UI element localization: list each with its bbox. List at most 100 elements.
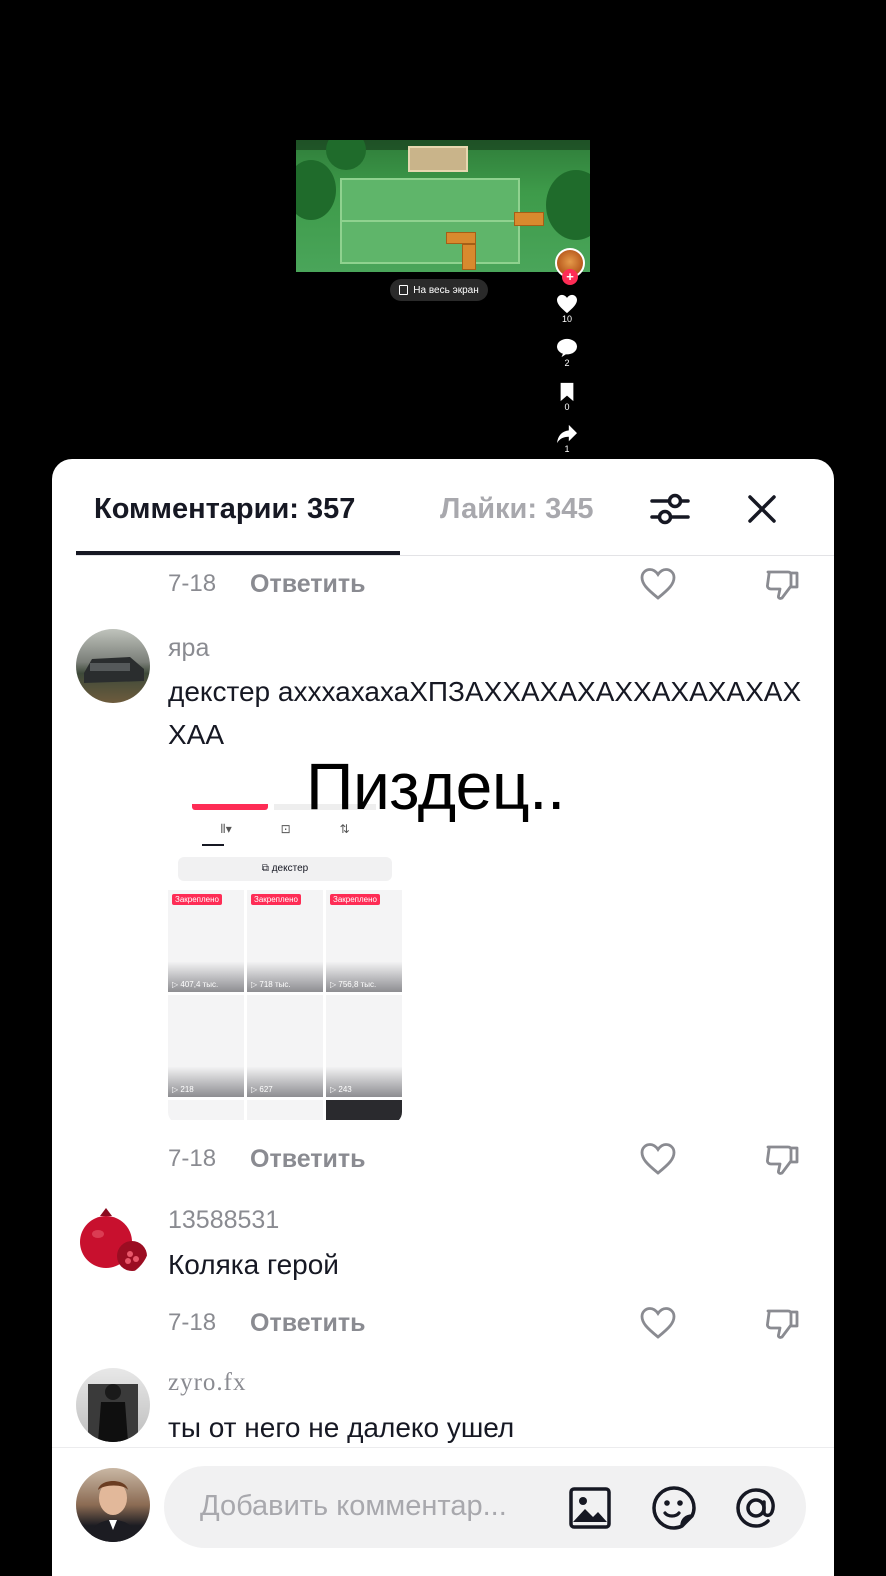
view-count: ▷ 756,8 тыс. (330, 980, 377, 989)
attach-image-button[interactable] (566, 1484, 614, 1532)
video-bookmark-button[interactable]: 0 (552, 382, 582, 412)
repost-icon: ⇅ (339, 822, 350, 836)
video-comment-count: 2 (564, 358, 570, 368)
game-crate (462, 244, 476, 270)
comment-image[interactable]: ⦀▾ ⊡ ⇅ ⧉ декстер Закреплено ▷ 407,4 тыс.… (168, 804, 402, 1124)
comment-dislike-button[interactable] (762, 564, 802, 604)
game-field (340, 178, 520, 264)
comments-sheet: Комментарии: 357 Лайки: 345 7-18 Ответит… (52, 459, 834, 1576)
grid-video: ▷ 218 (168, 995, 244, 1097)
comment-username[interactable]: zyro.fx (168, 1369, 247, 1397)
comment-dislike-button[interactable] (762, 1303, 802, 1343)
comment-date: 7-18 (168, 1145, 217, 1172)
comment-meta: 7-18 Ответить (168, 1139, 808, 1179)
comment-like-button[interactable] (638, 1139, 678, 1179)
sticker-face-icon (652, 1486, 696, 1530)
view-count: ▷ 218 (172, 1085, 194, 1094)
follow-plus-icon[interactable]: + (562, 269, 578, 285)
thumbs-down-icon (766, 570, 799, 600)
avatar[interactable] (76, 1368, 150, 1442)
grid-video: Закреплено ▷ 718 тыс. (247, 890, 323, 992)
comment-username[interactable]: 13588531 (168, 1206, 279, 1235)
comment-input[interactable]: Добавить комментар... (164, 1466, 806, 1548)
view-count: ▷ 627 (251, 1085, 273, 1094)
image-video-grid: Закреплено ▷ 407,4 тыс. Закреплено ▷ 718… (168, 890, 402, 1120)
video-overlay-caption: Пиздец.. (306, 749, 565, 823)
image-tab-underline (202, 844, 224, 846)
comment-like-button[interactable] (638, 564, 678, 604)
video-thumbnail[interactable] (296, 140, 590, 272)
game-tree (546, 170, 590, 240)
grid-video: Закреплено ▷ 756,8 тыс. (326, 890, 402, 992)
video-like-count: 10 (561, 314, 572, 324)
thumbs-down-icon (766, 1145, 799, 1175)
grid-video: Закреплено ▷ 407,4 тыс. (168, 890, 244, 992)
sliders-icon (650, 493, 690, 525)
pinned-badge: Закреплено (251, 894, 301, 905)
image-search-chip: ⧉ декстер (178, 857, 392, 881)
car-avatar-image (84, 657, 144, 683)
grid-video: ▷ 243 (326, 995, 402, 1097)
comment-meta: 7-18 Ответить (168, 564, 808, 604)
grid-video (326, 1100, 402, 1120)
grid-video: ▷ 627 (247, 995, 323, 1097)
fullscreen-icon (399, 285, 409, 295)
comment-like-button[interactable] (638, 1303, 678, 1343)
game-crate (446, 232, 476, 244)
grid-video (168, 1100, 244, 1120)
grid-icon: ⦀▾ (220, 822, 232, 836)
search-chip-icon: ⧉ (261, 863, 272, 874)
comment-username[interactable]: яра (168, 634, 209, 663)
video-comment-button[interactable]: 2 (552, 338, 582, 368)
reply-button[interactable]: Ответить (250, 1309, 366, 1338)
fullscreen-button[interactable]: На весь экран (390, 279, 488, 301)
pomegranate-avatar-image (80, 1208, 147, 1271)
avatar[interactable] (76, 629, 150, 703)
share-arrow-icon (557, 424, 577, 444)
heart-outline-icon (640, 568, 676, 600)
sheet-tabs: Комментарии: 357 Лайки: 345 (52, 459, 834, 557)
comment-text: Коляка герой (168, 1249, 339, 1280)
tab-likes[interactable]: Лайки: 345 (440, 493, 616, 526)
game-crate (514, 212, 544, 226)
mention-button[interactable] (732, 1484, 780, 1532)
comment-text: декстер ахххахахаХПЗАХХАХАХАХХАХАХАХАХХА… (168, 676, 802, 750)
fullscreen-label: На весь экран (413, 284, 479, 296)
heart-icon (557, 294, 577, 314)
filter-button[interactable] (648, 489, 692, 529)
heart-outline-icon (640, 1143, 676, 1175)
comment-dislike-button[interactable] (762, 1139, 802, 1179)
game-tree (296, 160, 336, 220)
close-button[interactable] (742, 489, 782, 529)
figure-avatar-image (88, 1384, 138, 1442)
pinned-badge: Закреплено (330, 894, 380, 905)
video-share-button[interactable]: 1 (552, 424, 582, 454)
sticker-button[interactable] (650, 1484, 698, 1532)
image-tab-icons: ⦀▾ ⊡ ⇅ (168, 822, 402, 844)
view-count: ▷ 718 тыс. (251, 980, 291, 989)
user-face-avatar-image (90, 1481, 136, 1542)
avatar[interactable] (76, 1204, 150, 1278)
view-count: ▷ 243 (330, 1085, 352, 1094)
tabs-divider (76, 555, 834, 556)
image-icon (569, 1487, 611, 1529)
reply-button[interactable]: Ответить (250, 570, 366, 599)
bookmark-icon (560, 382, 574, 402)
comment-text: ты от него не далеко ушел (168, 1412, 515, 1443)
close-icon (748, 495, 776, 523)
comment-meta: 7-18 Ответить (168, 1303, 808, 1343)
reply-button[interactable]: Ответить (250, 1145, 366, 1174)
grid-video (247, 1100, 323, 1120)
tab-comments[interactable]: Комментарии: 357 (94, 493, 355, 526)
comment-date: 7-18 (168, 1309, 217, 1336)
pinned-badge: Закреплено (172, 894, 222, 905)
comment-input-placeholder: Добавить комментар... (200, 1490, 507, 1522)
video-bookmark-count: 0 (564, 402, 570, 412)
lock-icon: ⊡ (280, 822, 291, 836)
view-count: ▷ 407,4 тыс. (172, 980, 219, 989)
video-like-button[interactable]: 10 (552, 294, 582, 324)
heart-outline-icon (640, 1307, 676, 1339)
comment-bubble-icon (557, 338, 577, 358)
thumbs-down-icon (766, 1309, 799, 1339)
at-sign-icon (736, 1488, 775, 1528)
